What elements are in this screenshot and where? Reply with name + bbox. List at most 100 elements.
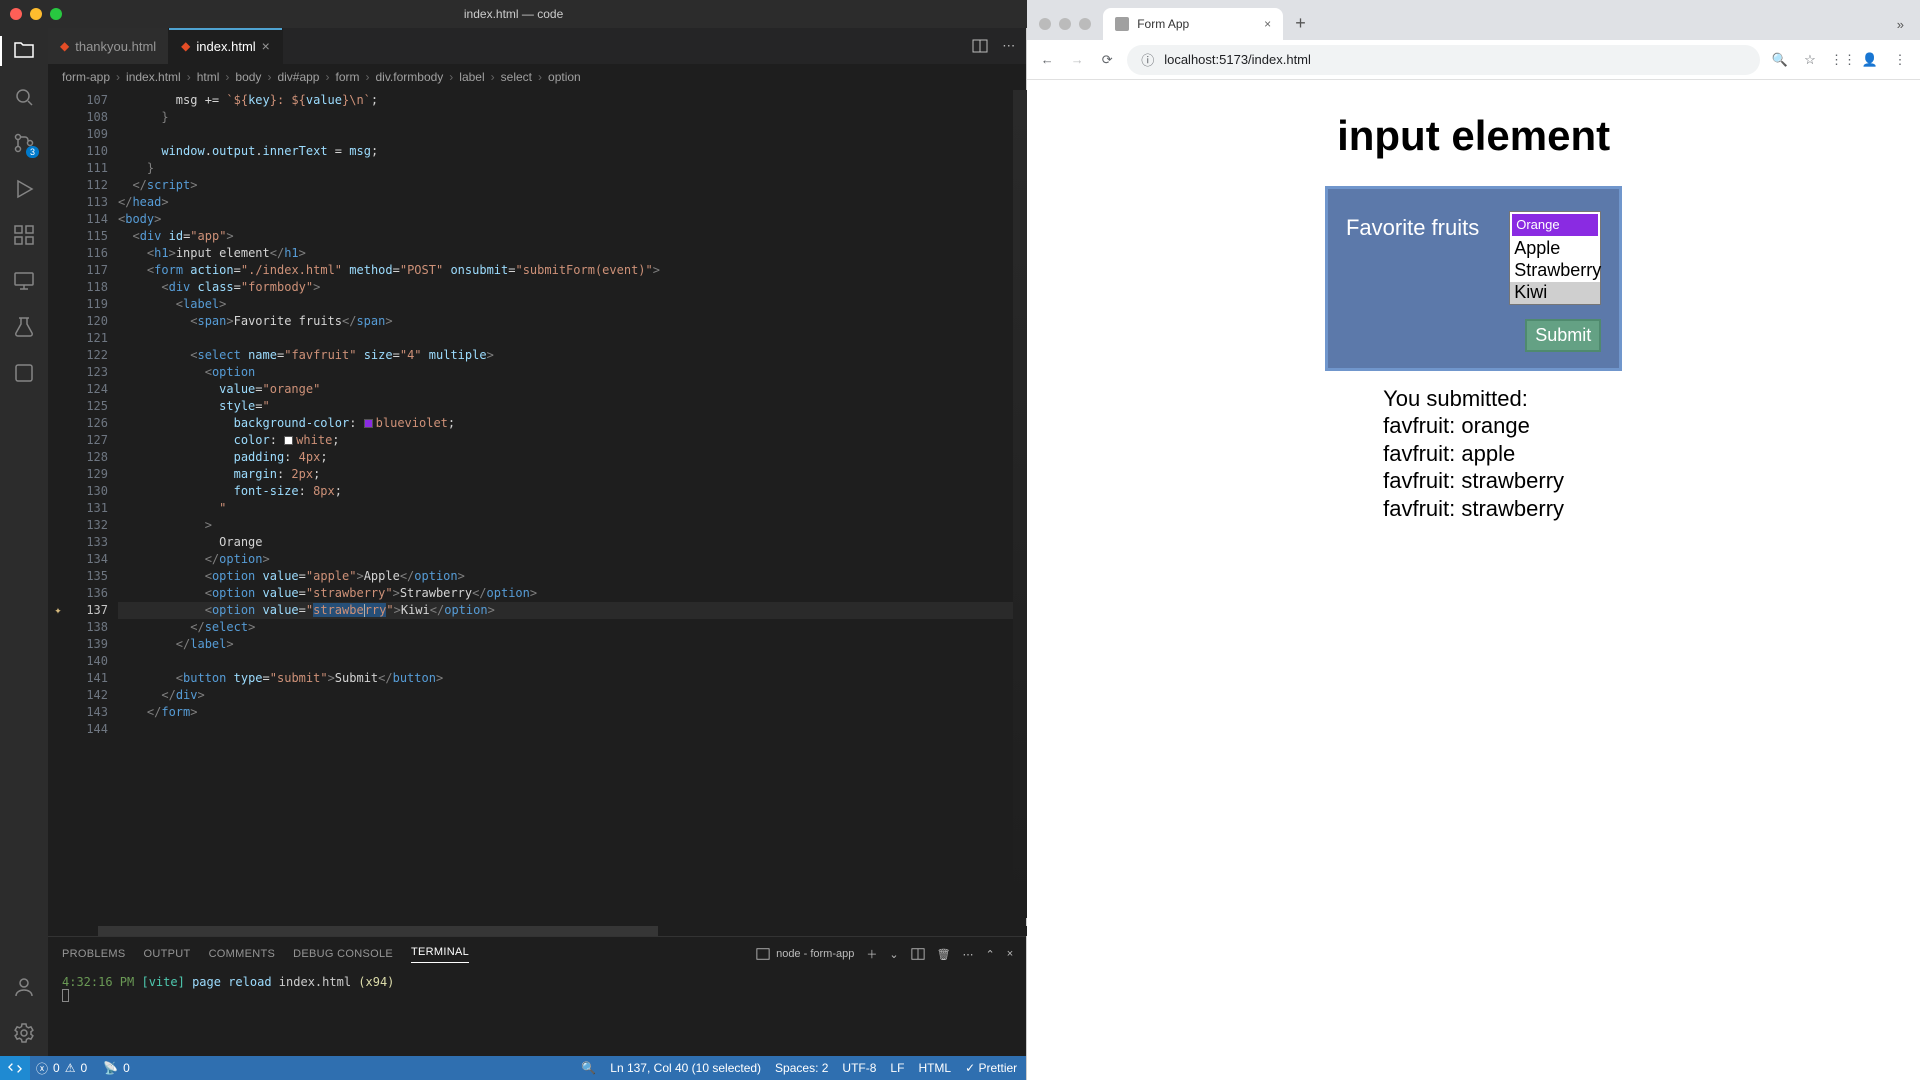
panel-tab-comments[interactable]: COMMENTS — [209, 948, 276, 960]
select-option[interactable]: Kiwi — [1510, 282, 1600, 304]
panel-tab-debug-console[interactable]: DEBUG CONSOLE — [293, 948, 393, 960]
reload-button[interactable]: ⟳ — [1097, 52, 1117, 68]
panel-tab-terminal[interactable]: TERMINAL — [411, 946, 469, 963]
chevron-down-icon[interactable]: ⌄ — [889, 948, 898, 961]
maximize-window-button[interactable] — [1079, 18, 1091, 30]
tab-label: thankyou.html — [75, 39, 156, 54]
new-tab-button[interactable]: + — [1287, 13, 1314, 40]
account-icon[interactable] — [11, 974, 37, 1000]
maximize-panel-icon[interactable]: ⌃ — [986, 948, 995, 961]
favfruit-select[interactable]: OrangeAppleStrawberryKiwi — [1509, 211, 1601, 305]
source-control-icon[interactable]: 3 — [11, 130, 37, 156]
status-language[interactable]: HTML — [918, 1061, 951, 1075]
select-option[interactable]: Orange — [1512, 214, 1598, 236]
terminal-task-label[interactable]: node - form-app — [756, 947, 854, 961]
extensions-icon[interactable]: ⋮⋮ — [1830, 52, 1850, 68]
status-formatter[interactable]: ✓ Prettier — [965, 1061, 1017, 1075]
back-button[interactable]: ← — [1037, 52, 1057, 67]
new-terminal-icon[interactable]: ＋ — [866, 946, 877, 962]
search-icon[interactable] — [11, 84, 37, 110]
breadcrumb-item[interactable]: body — [235, 70, 261, 84]
status-encoding[interactable]: UTF-8 — [842, 1061, 876, 1075]
tab-label: index.html — [196, 39, 255, 54]
browser-tab[interactable]: Form App × — [1103, 8, 1283, 40]
breadcrumb-item[interactable]: option — [548, 70, 581, 84]
tab-thankyou[interactable]: ◆ thankyou.html — [48, 28, 169, 64]
panel-tab-problems[interactable]: PROBLEMS — [62, 948, 126, 960]
close-tab-icon[interactable]: × — [1264, 17, 1271, 31]
log-timestamp: 4:32:16 PM — [62, 975, 134, 989]
terminal-cursor — [62, 989, 69, 1002]
form-container: Favorite fruits OrangeAppleStrawberryKiw… — [1325, 186, 1622, 371]
more-actions-icon[interactable]: ⋯ — [1002, 38, 1015, 54]
editor-tabs: ◆ thankyou.html ◆ index.html × ⋯ — [48, 28, 1027, 64]
breadcrumb-item[interactable]: div#app — [277, 70, 319, 84]
expand-tabs-icon[interactable]: » — [1889, 17, 1912, 40]
forward-button[interactable]: → — [1067, 52, 1087, 67]
breadcrumb-item[interactable]: form — [335, 70, 359, 84]
tab-index[interactable]: ◆ index.html × — [169, 28, 283, 64]
output-line: favfruit: orange — [1383, 412, 1564, 440]
bottom-panel: PROBLEMS OUTPUT COMMENTS DEBUG CONSOLE TERMI… — [48, 936, 1027, 1056]
favicon — [1115, 17, 1129, 31]
minimize-window-button[interactable] — [1059, 18, 1071, 30]
breadcrumbs[interactable]: form-app›index.html›html›body›div#app›fo… — [48, 64, 1027, 90]
testing-icon[interactable] — [11, 314, 37, 340]
html-file-icon: ◆ — [60, 39, 69, 53]
remote-indicator[interactable] — [0, 1056, 30, 1080]
breadcrumb-item[interactable]: div.formbody — [375, 70, 443, 84]
extra-icon[interactable] — [11, 360, 37, 386]
zoom-icon[interactable]: 🔍 — [1770, 52, 1790, 68]
browser-window-controls — [1035, 18, 1099, 40]
log-message: page reload — [192, 975, 271, 989]
remote-explorer-icon[interactable] — [11, 268, 37, 294]
breadcrumb-item[interactable]: index.html — [126, 70, 181, 84]
status-ports[interactable]: 📡 0 — [103, 1061, 130, 1075]
close-window-button[interactable] — [1039, 18, 1051, 30]
menu-icon[interactable]: ⋮ — [1890, 52, 1910, 68]
minimap[interactable] — [1013, 90, 1027, 918]
output-line: favfruit: apple — [1383, 440, 1564, 468]
page-heading: input element — [1337, 112, 1610, 160]
more-icon[interactable]: ⋯ — [963, 948, 974, 961]
close-tab-icon[interactable]: × — [262, 38, 270, 54]
vscode-window: index.html — code 3 — [0, 0, 1027, 1080]
panel-tab-output[interactable]: OUTPUT — [144, 948, 191, 960]
breadcrumb-item[interactable]: form-app — [62, 70, 110, 84]
run-debug-icon[interactable] — [11, 176, 37, 202]
kill-terminal-icon[interactable]: 🗑 — [937, 948, 951, 961]
breadcrumb-item[interactable]: html — [197, 70, 220, 84]
status-spaces[interactable]: Spaces: 2 — [775, 1061, 828, 1075]
submit-button[interactable]: Submit — [1525, 319, 1601, 352]
code-editor[interactable]: ✦ 10710810911011111211311411511611711811… — [48, 90, 1027, 936]
extensions-icon[interactable] — [11, 222, 37, 248]
log-count: (x94) — [358, 975, 394, 989]
search-icon[interactable]: 🔍 — [581, 1061, 596, 1075]
split-editor-icon[interactable] — [972, 38, 988, 54]
tab-title: Form App — [1137, 17, 1189, 31]
activity-bar: 3 — [0, 28, 48, 1056]
window-title: index.html — code — [0, 7, 1027, 21]
breadcrumb-item[interactable]: select — [501, 70, 532, 84]
titlebar: index.html — code — [0, 0, 1027, 28]
select-option[interactable]: Strawberry — [1510, 260, 1600, 282]
close-panel-icon[interactable]: × — [1007, 948, 1013, 960]
bookmark-icon[interactable]: ☆ — [1800, 52, 1820, 68]
html-file-icon: ◆ — [181, 39, 190, 53]
log-file: index.html — [279, 975, 351, 989]
terminal-output[interactable]: 4:32:16 PM [vite] page reload index.html… — [48, 971, 1027, 1056]
site-info-icon[interactable]: ⓘ — [1141, 50, 1154, 69]
explorer-icon[interactable] — [11, 38, 37, 64]
output-text: You submitted:favfruit: orangefavfruit: … — [1383, 385, 1564, 523]
horizontal-scrollbar[interactable] — [48, 926, 1027, 936]
breadcrumb-item[interactable]: label — [459, 70, 484, 84]
settings-gear-icon[interactable] — [11, 1020, 37, 1046]
status-eol[interactable]: LF — [890, 1061, 904, 1075]
address-bar[interactable]: ⓘ localhost:5173/index.html — [1127, 45, 1760, 75]
status-errors[interactable]: ⓧ 0 ⚠ 0 — [36, 1060, 87, 1077]
browser-tabstrip: Form App × + » — [1027, 0, 1920, 40]
split-terminal-icon[interactable] — [911, 947, 925, 961]
profile-icon[interactable]: 👤 — [1860, 52, 1880, 68]
select-option[interactable]: Apple — [1510, 238, 1600, 260]
status-cursor-pos[interactable]: Ln 137, Col 40 (10 selected) — [610, 1061, 761, 1075]
